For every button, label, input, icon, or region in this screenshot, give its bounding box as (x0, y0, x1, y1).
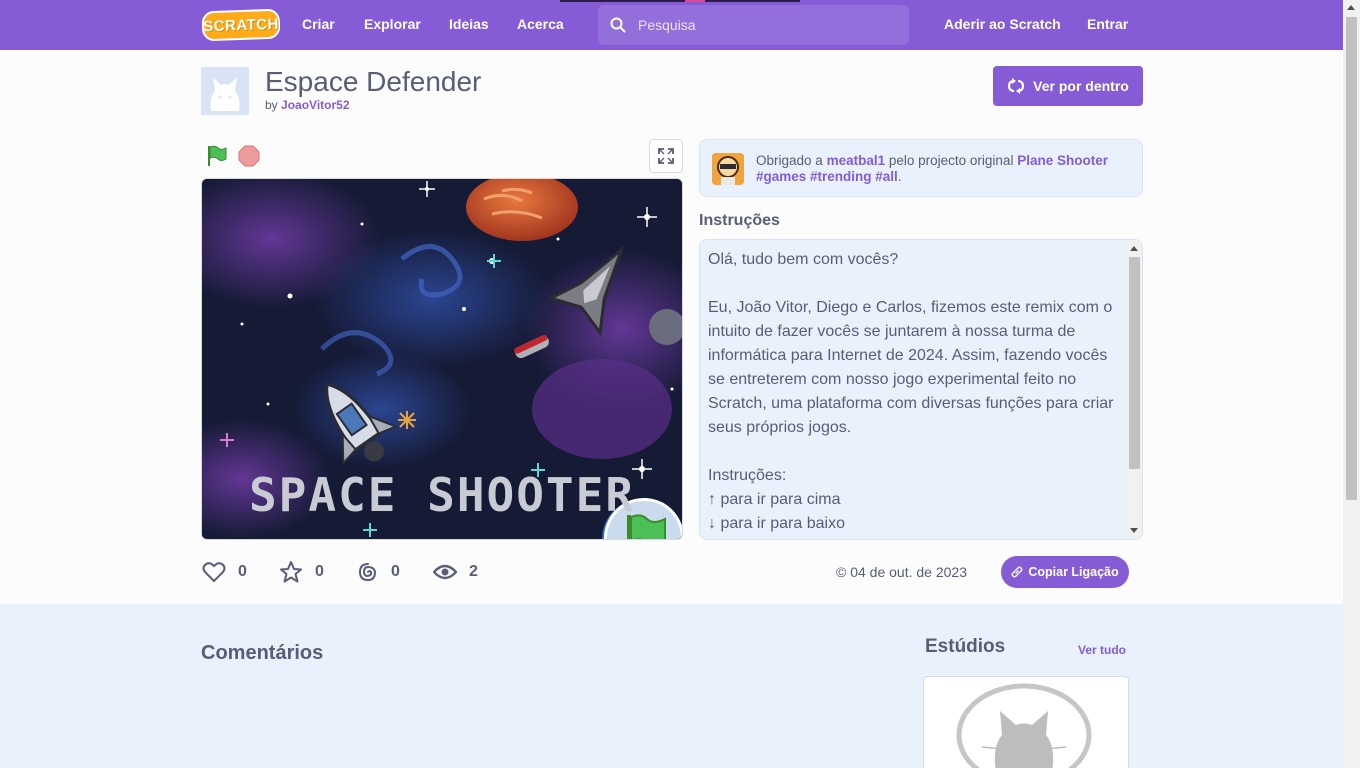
credit-tags[interactable]: #games #trending #all (756, 169, 898, 184)
author-avatar[interactable] (201, 67, 249, 115)
remix-credit-box: Obrigado a meatbal1 pelo projecto origin… (699, 139, 1143, 197)
instructions-scroll-thumb[interactable] (1129, 257, 1140, 469)
search-input[interactable] (638, 17, 888, 33)
heart-icon (202, 562, 226, 583)
remix-count: 0 (391, 563, 400, 580)
cat-avatar-icon (201, 67, 249, 115)
copy-link-button[interactable]: Copiar Ligação (1001, 556, 1129, 588)
scratch-logo[interactable]: SCRATCH (201, 8, 281, 42)
remix-stat: 0 (357, 559, 400, 585)
scroll-up-arrow-icon[interactable] (1347, 5, 1355, 10)
author-link[interactable]: JoaoVitor52 (281, 98, 349, 112)
instructions-box[interactable]: Olá, tudo bem com vocês? Eu, João Vitor,… (699, 239, 1143, 540)
fullscreen-button[interactable] (649, 139, 683, 173)
sign-in-link[interactable]: Entrar (1087, 0, 1128, 50)
search-bar[interactable] (598, 5, 909, 45)
author-thumbnail-icon (712, 153, 744, 185)
copy-link-label: Copiar Ligação (1028, 565, 1119, 579)
love-count: 0 (238, 563, 247, 580)
favorite-count: 0 (315, 563, 324, 580)
top-navigation-bar: SCRATCH Criar Explorar Ideias Acerca Ade… (0, 0, 1343, 50)
scroll-up-icon[interactable] (1130, 246, 1138, 251)
star-icon (280, 561, 302, 583)
lower-section (0, 604, 1343, 768)
page-scrollbar[interactable] (1343, 0, 1360, 768)
views-count: 2 (469, 563, 478, 580)
project-byline: by JoaoVitor52 (265, 98, 350, 112)
credit-text: Obrigado a meatbal1 pelo projecto origin… (756, 153, 1136, 185)
studios-heading: Estúdios (925, 636, 1006, 657)
stop-sign-icon[interactable] (238, 145, 260, 167)
byline-prefix: by (265, 98, 278, 112)
studio-card[interactable] (923, 676, 1129, 768)
credit-end: . (897, 169, 902, 184)
remix-spiral-icon (358, 563, 377, 582)
see-all-studios-link[interactable]: Ver tudo (1078, 643, 1126, 657)
credit-user-link[interactable]: meatbal1 (827, 153, 886, 168)
link-icon (1011, 566, 1023, 578)
scrollbar-thumb[interactable] (1346, 17, 1357, 500)
studio-cat-placeholder-icon (956, 683, 1092, 768)
stage-title-text: SPACE SHOOTER (248, 468, 636, 522)
nav-ideas-link[interactable]: Ideias (449, 0, 489, 50)
comments-heading: Comentários (201, 642, 324, 664)
see-inside-button[interactable]: Ver por dentro (993, 66, 1143, 106)
share-date: © 04 de out. de 2023 (836, 564, 967, 580)
credit-project-link[interactable]: Plane Shooter (1017, 153, 1108, 168)
credit-prefix: Obrigado a (756, 153, 823, 168)
eye-icon (433, 564, 457, 580)
join-scratch-link[interactable]: Aderir ao Scratch (944, 0, 1061, 50)
original-author-thumbnail[interactable] (712, 153, 744, 185)
loading-accent-line (560, 0, 800, 2)
see-inside-label: Ver por dentro (1033, 78, 1129, 94)
search-icon (610, 17, 626, 33)
credit-middle: pelo projecto original (888, 153, 1014, 168)
scroll-down-icon[interactable] (1130, 528, 1138, 533)
instructions-scrollbar[interactable] (1125, 240, 1142, 539)
nav-about-link[interactable]: Acerca (517, 0, 564, 50)
instructions-heading: Instruções (699, 212, 780, 229)
love-stat[interactable]: 0 (202, 559, 247, 585)
green-flag-icon[interactable] (205, 144, 229, 168)
nav-create-link[interactable]: Criar (302, 0, 335, 50)
views-stat: 2 (433, 559, 478, 585)
favorite-stat[interactable]: 0 (279, 559, 324, 585)
fullscreen-expand-icon (658, 148, 674, 164)
remix-arrows-icon (1008, 78, 1025, 94)
nav-explore-link[interactable]: Explorar (364, 0, 421, 50)
instructions-text: Olá, tudo bem com vocês? Eu, João Vitor,… (708, 251, 1114, 532)
project-title: Espace Defender (265, 66, 482, 97)
